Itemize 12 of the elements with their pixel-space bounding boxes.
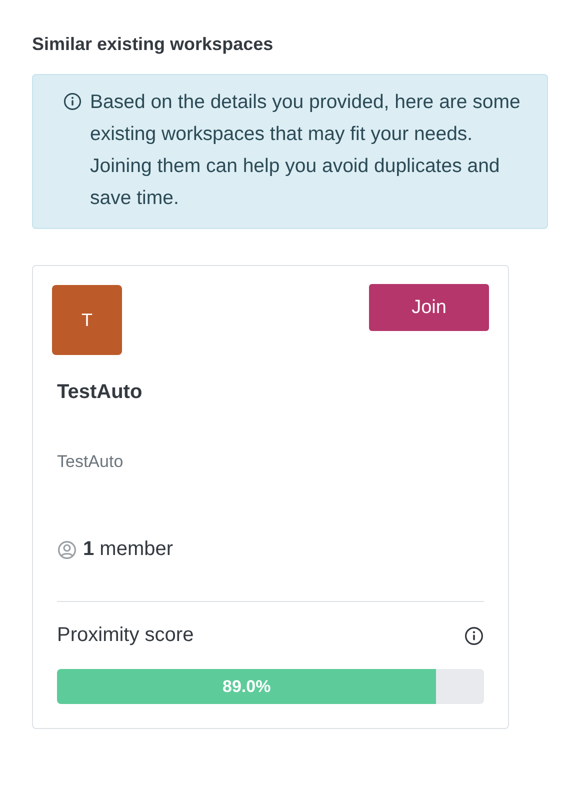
person-icon — [57, 540, 77, 560]
info-text: Based on the details you provided, here are some existing workspaces that may fit your needs. Joining them can help you avoid duplicates and save time. — [90, 90, 522, 211]
join-button[interactable]: Join — [369, 284, 489, 331]
member-count: 1 member — [83, 538, 174, 561]
workspace-avatar: T — [52, 285, 122, 355]
workspace-description: TestAuto — [57, 452, 124, 472]
info-icon — [464, 626, 484, 646]
proximity-fill: 89.0% — [57, 669, 436, 704]
workspace-name: TestAuto — [57, 381, 144, 404]
section-title: Similar existing workspaces — [32, 34, 274, 55]
proximity-label: Proximity score — [57, 624, 194, 647]
info-icon — [63, 92, 82, 111]
